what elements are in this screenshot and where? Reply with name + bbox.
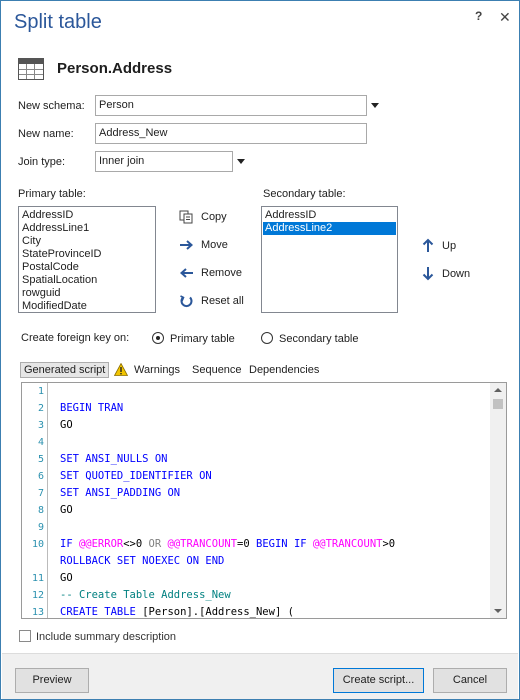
line-number: 1 [37, 386, 44, 397]
primary-table-list[interactable]: AddressID AddressLine1 City StateProvinc… [18, 206, 156, 313]
line-number: 9 [37, 522, 44, 533]
scrollbar-thumb [493, 399, 503, 409]
list-item[interactable]: SpatialLocation [22, 274, 152, 287]
arrow-down-icon [422, 267, 434, 281]
reset-icon [180, 295, 193, 307]
dialog-title: Split table [14, 11, 102, 33]
foreign-key-label: Create foreign key on: [21, 332, 130, 344]
tab-sequence[interactable]: Sequence [192, 364, 242, 376]
secondary-table-list[interactable]: AddressID AddressLine2 [261, 206, 398, 313]
secondary-table-label: Secondary table: [263, 188, 346, 200]
remove-button[interactable]: Remove [179, 266, 242, 280]
list-item[interactable]: City [22, 235, 152, 248]
up-label: Up [442, 239, 457, 252]
line-number: 13 [31, 607, 44, 618]
down-button[interactable]: Down [421, 266, 470, 281]
new-schema-input[interactable]: Person [95, 95, 367, 116]
line-number: 4 [37, 437, 44, 448]
list-item[interactable]: AddressLine1 [22, 222, 152, 235]
code-line: SET ANSI_PADDING ON [60, 487, 181, 499]
up-button[interactable]: Up [421, 238, 456, 253]
arrow-left-icon [179, 268, 193, 278]
tab-generated-script[interactable]: Generated script [20, 362, 110, 378]
list-item[interactable]: ModifiedDate [22, 300, 152, 313]
copy-button[interactable]: Copy [179, 210, 227, 224]
vertical-scrollbar[interactable] [490, 383, 506, 618]
list-item[interactable]: AddressID [22, 209, 152, 222]
new-name-input[interactable]: Address_New [95, 123, 367, 144]
code-line: BEGIN TRAN [60, 402, 124, 414]
line-number: 2 [37, 403, 44, 414]
code-line: SET ANSI_NULLS ON [60, 453, 168, 465]
code-line: SET QUOTED_IDENTIFIER ON [60, 470, 212, 482]
line-number: 8 [37, 505, 44, 516]
include-summary-label[interactable]: Include summary description [36, 631, 176, 643]
code-line: GO [60, 504, 73, 516]
code-line: GO [60, 572, 73, 584]
object-name: Person.Address [57, 60, 173, 77]
code-line: -- Create Table Address_New [60, 589, 231, 601]
copy-label: Copy [201, 211, 227, 223]
scroll-down-arrow-icon [494, 609, 502, 613]
arrow-up-icon [422, 238, 434, 252]
primary-table-radio-label[interactable]: Primary table [170, 333, 235, 345]
create-script-button[interactable]: Create script... [333, 668, 424, 693]
line-number: 6 [37, 471, 44, 482]
help-button[interactable]: ? [475, 9, 482, 23]
line-number: 12 [31, 590, 44, 601]
move-button[interactable]: Move [179, 238, 228, 252]
join-type-select[interactable]: Inner join [95, 151, 233, 172]
move-label: Move [201, 239, 228, 251]
split-table-dialog: Split table ? ✕ Person.Address New schem… [0, 0, 520, 700]
schema-dropdown-arrow-icon[interactable] [371, 103, 379, 108]
code-line: GO [60, 419, 73, 431]
line-number: 11 [31, 573, 44, 584]
preview-button[interactable]: Preview [15, 668, 89, 693]
primary-table-label: Primary table: [18, 188, 86, 200]
reset-all-label: Reset all [201, 295, 244, 307]
line-number: 3 [37, 420, 44, 431]
scroll-up-arrow-icon [494, 388, 502, 392]
remove-label: Remove [201, 267, 242, 279]
line-number-gutter: 1 2 3 4 5 6 7 8 9 10 11 12 13 [22, 383, 48, 618]
script-editor[interactable]: 1 2 3 4 5 6 7 8 9 10 11 12 13 BEGIN TRAN GO SET ANSI_N… [21, 382, 507, 619]
line-number: 5 [37, 454, 44, 465]
new-name-label: New name: [18, 128, 74, 140]
join-type-dropdown-arrow-icon[interactable] [237, 159, 245, 164]
new-schema-label: New schema: [18, 100, 85, 112]
code-line: CREATE TABLE [Person].[Address_New] ( [60, 606, 294, 618]
primary-table-radio[interactable] [152, 332, 164, 344]
line-number: 7 [37, 488, 44, 499]
table-icon [18, 58, 44, 80]
tab-warnings[interactable]: Warnings [134, 364, 180, 376]
arrow-right-icon [180, 240, 194, 250]
secondary-table-radio[interactable] [261, 332, 273, 344]
down-label: Down [442, 267, 471, 280]
cancel-button[interactable]: Cancel [433, 668, 507, 693]
tab-dependencies[interactable]: Dependencies [249, 364, 319, 376]
close-button[interactable]: ✕ [499, 9, 511, 26]
include-summary-checkbox[interactable] [19, 630, 31, 642]
list-item[interactable]: AddressID [265, 209, 394, 222]
list-item-selected[interactable]: AddressLine2 [263, 222, 396, 235]
warning-icon [113, 362, 129, 379]
line-number: 10 [31, 539, 44, 550]
secondary-table-radio-label[interactable]: Secondary table [279, 333, 359, 345]
list-item[interactable]: StateProvinceID [22, 248, 152, 261]
reset-all-button[interactable]: Reset all [179, 294, 244, 308]
list-item[interactable]: PostalCode [22, 261, 152, 274]
code-line: IF @@ERROR<>0 OR @@TRANCOUNT=0 BEGIN IF … [60, 538, 396, 550]
list-item[interactable]: rowguid [22, 287, 152, 300]
copy-icon [179, 210, 193, 224]
join-type-label: Join type: [18, 156, 66, 168]
code-line: ROLLBACK SET NOEXEC ON END [60, 555, 225, 567]
